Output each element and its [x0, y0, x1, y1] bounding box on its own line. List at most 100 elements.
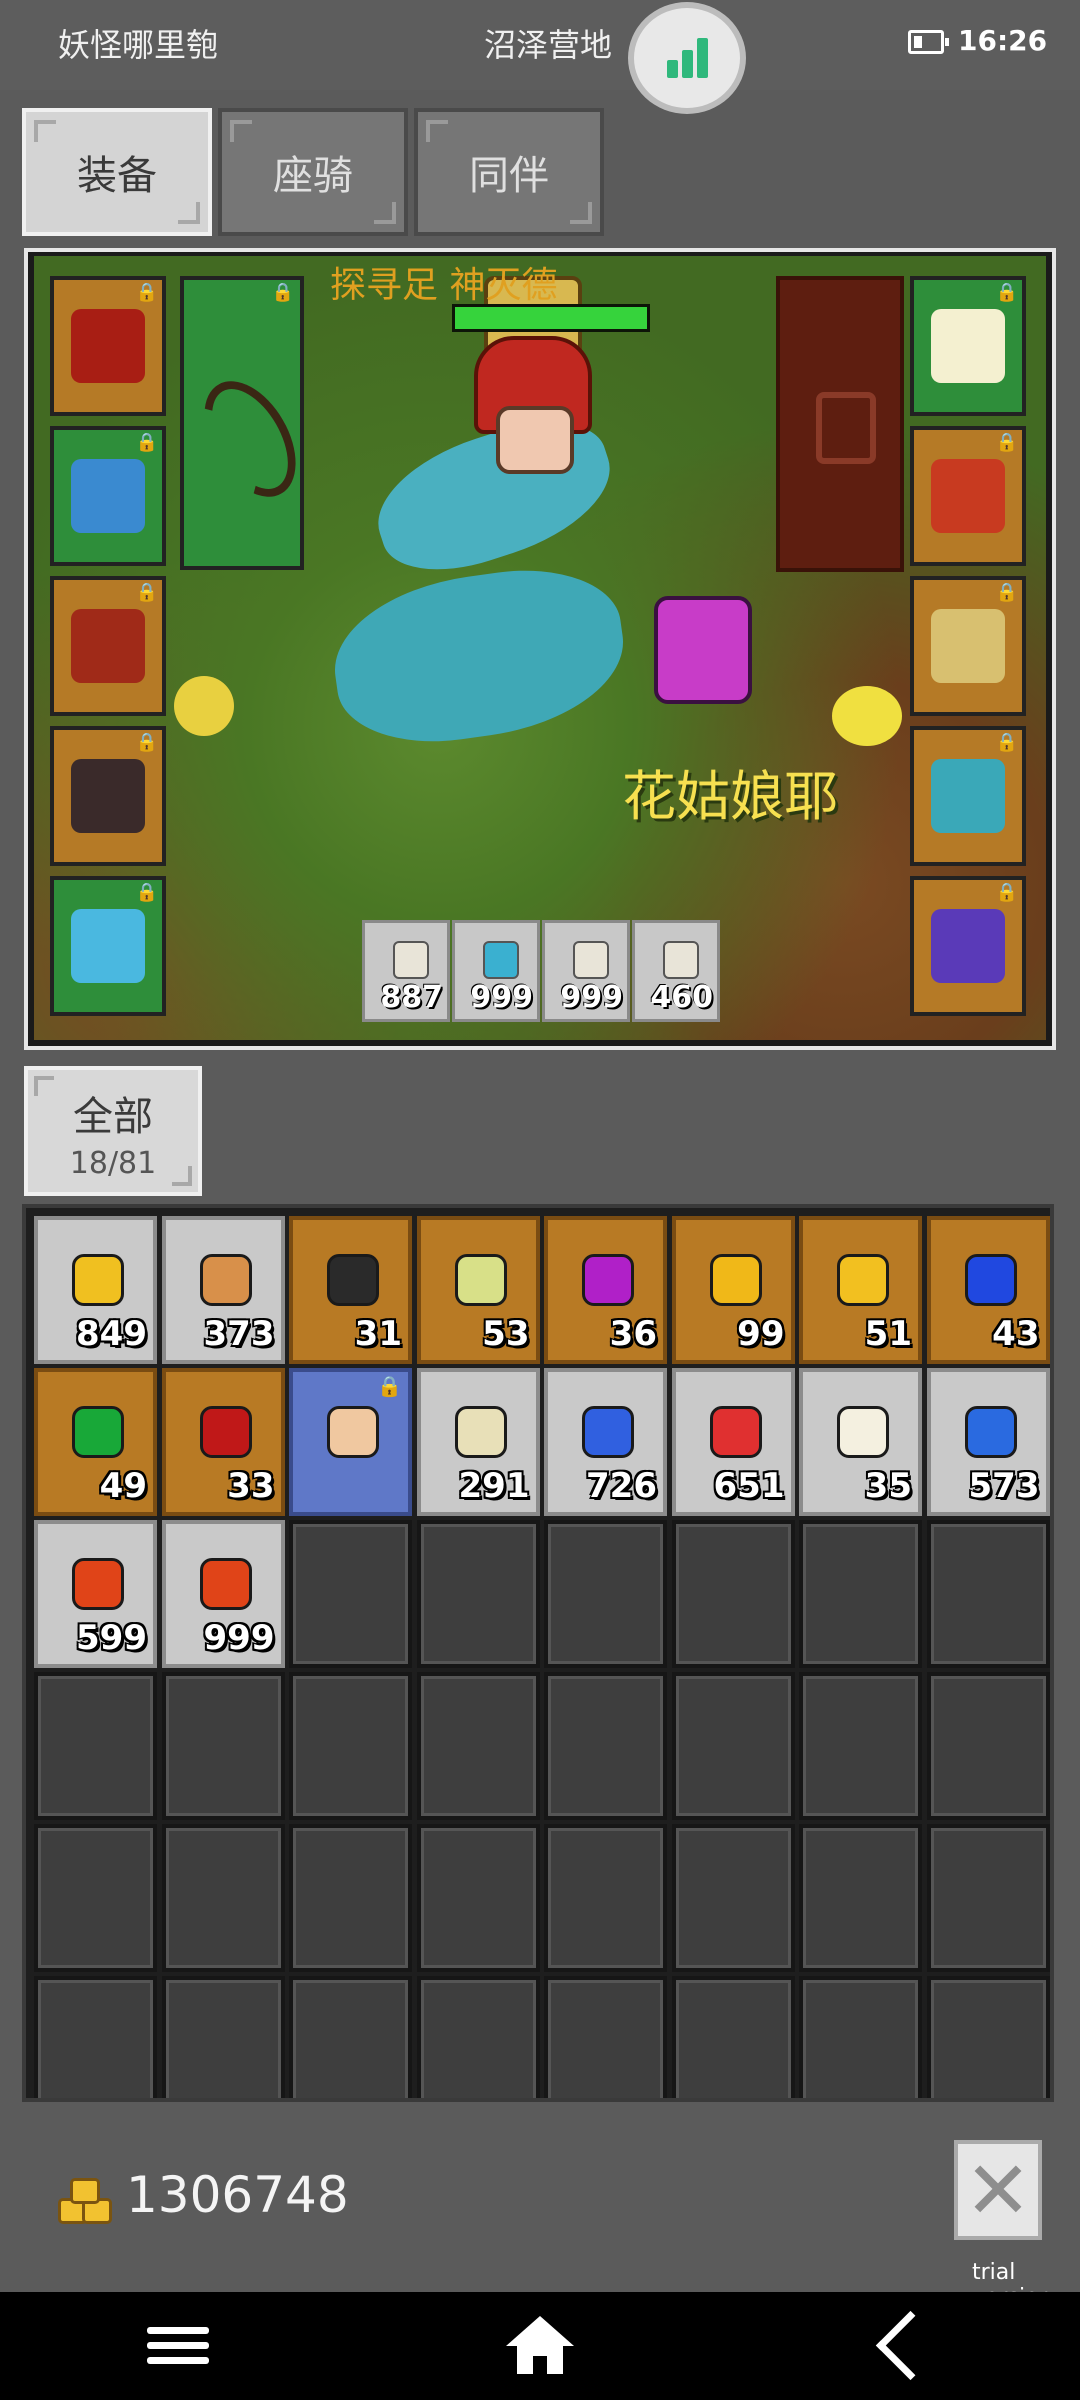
inventory-slot-empty[interactable]	[161, 1672, 285, 1820]
inventory-item[interactable]: 573	[926, 1368, 1050, 1516]
inventory-slot-empty[interactable]	[671, 1976, 795, 2098]
back-icon	[875, 2310, 945, 2380]
equipment-slot[interactable]: 🔒	[50, 426, 166, 566]
quick-slot[interactable]: 460	[632, 920, 720, 1022]
inventory-slot-empty[interactable]	[926, 1520, 1050, 1668]
inventory-item[interactable]: 53	[416, 1216, 540, 1364]
lock-icon: 🔒	[995, 882, 1018, 903]
inventory-item[interactable]: 651	[671, 1368, 795, 1516]
inventory-slot-empty[interactable]	[416, 1976, 540, 2098]
item-count: 651	[713, 1466, 785, 1506]
lock-icon: 🔒	[995, 282, 1018, 303]
inventory-slot-empty[interactable]	[799, 1672, 922, 1820]
signal-bars-icon[interactable]	[628, 2, 746, 114]
equipment-slot[interactable]: 🔒	[50, 876, 166, 1016]
home-icon	[506, 2316, 574, 2374]
equipment-slot[interactable]: 🔒	[50, 576, 166, 716]
item-count: 373	[203, 1314, 275, 1354]
inventory-item[interactable]: 49	[34, 1368, 157, 1516]
quick-slot-count: 887	[380, 980, 443, 1015]
inventory-slot-empty[interactable]	[799, 1520, 922, 1668]
inventory-slot-empty[interactable]	[289, 1520, 412, 1668]
weapon-slot[interactable]: 🔒	[180, 276, 315, 570]
equipment-slot[interactable]: 🔒	[910, 876, 1026, 1016]
lock-icon: 🔒	[135, 282, 158, 303]
inventory-slot-empty[interactable]	[926, 1824, 1050, 1972]
inventory-slot-empty[interactable]	[161, 1824, 285, 1972]
equipment-slot[interactable]: 🔒	[910, 276, 1026, 416]
inventory-slot-empty[interactable]	[416, 1672, 540, 1820]
red-feather-icon	[72, 1558, 124, 1610]
inventory-slot-empty[interactable]	[799, 1824, 922, 1972]
close-button[interactable]: ✕	[954, 2140, 1042, 2240]
inventory-item[interactable]: 726	[544, 1368, 667, 1516]
filter-label: 全部	[73, 1094, 153, 1140]
inventory-item[interactable]: 291	[416, 1368, 540, 1516]
item-count: 36	[609, 1314, 657, 1354]
inventory-slot-empty[interactable]	[544, 1672, 667, 1820]
equipment-slot[interactable]: 🔒	[50, 276, 166, 416]
empty-slot-icon	[816, 392, 876, 464]
blue-potion-icon	[582, 1406, 634, 1458]
inventory-slot-empty[interactable]	[289, 1672, 412, 1820]
potion-icon	[573, 941, 609, 979]
tab-companion[interactable]: 同伴	[414, 108, 604, 236]
quick-slot-count: 999	[470, 980, 533, 1015]
inventory-slot-empty[interactable]	[926, 1672, 1050, 1820]
inventory-item[interactable]: 31	[289, 1216, 412, 1364]
inventory-item[interactable]: 849	[34, 1216, 157, 1364]
inventory-slot-empty[interactable]	[416, 1824, 540, 1972]
inventory-slot-empty[interactable]	[34, 1824, 157, 1972]
inventory-item[interactable]: 999	[161, 1520, 285, 1668]
inventory-item[interactable]: 99	[671, 1216, 795, 1364]
inventory-item[interactable]: 43	[926, 1216, 1050, 1364]
item-count: 43	[992, 1314, 1040, 1354]
inventory-item[interactable]: 36	[544, 1216, 667, 1364]
inventory-slot-empty[interactable]	[34, 1976, 157, 2098]
quick-slot[interactable]: 999	[542, 920, 630, 1022]
inventory-slot-empty[interactable]	[671, 1824, 795, 1972]
recent-apps-button[interactable]	[118, 2300, 238, 2390]
equipment-slot[interactable]: 🔒	[50, 726, 166, 866]
gloves-icon	[71, 609, 145, 683]
tab-mount[interactable]: 座骑	[218, 108, 408, 236]
inventory-item[interactable]: 373	[161, 1216, 285, 1364]
inventory-item[interactable]: 599	[34, 1520, 157, 1668]
equipment-slot[interactable]: 🔒	[910, 426, 1026, 566]
purple-gem-icon	[582, 1254, 634, 1306]
inventory-filter-all[interactable]: 全部 18/81	[24, 1066, 202, 1196]
hp-bar-fill	[455, 307, 647, 329]
offhand-slot-empty[interactable]	[776, 276, 904, 572]
inventory-slot-empty[interactable]	[544, 1976, 667, 2098]
item-count: 99	[737, 1314, 785, 1354]
home-button[interactable]	[480, 2300, 600, 2390]
chest-icon	[931, 909, 1005, 983]
back-button[interactable]	[850, 2300, 970, 2390]
inventory-slot-empty[interactable]	[544, 1520, 667, 1668]
inventory-slot-empty[interactable]	[671, 1520, 795, 1668]
inventory-item[interactable]: 35	[799, 1368, 922, 1516]
inventory-slot-empty[interactable]	[289, 1824, 412, 1972]
inventory-item[interactable]: 33	[161, 1368, 285, 1516]
inventory-item[interactable]: 🔒	[289, 1368, 412, 1516]
inventory-slot-empty[interactable]	[671, 1672, 795, 1820]
tab-label: 同伴	[469, 153, 549, 199]
tab-equipment[interactable]: 装备	[22, 108, 212, 236]
yellow-flower	[174, 676, 234, 736]
quick-slot[interactable]: 887	[362, 920, 450, 1022]
inventory-slot-empty[interactable]	[161, 1976, 285, 2098]
scroll-icon	[454, 1406, 507, 1458]
inventory-slot-empty[interactable]	[416, 1520, 540, 1668]
equipment-slot[interactable]: 🔒	[910, 726, 1026, 866]
inventory-slot-empty[interactable]	[544, 1824, 667, 1972]
inventory-slot-empty[interactable]	[289, 1976, 412, 2098]
inventory-slot-empty[interactable]	[34, 1672, 157, 1820]
item-count: 573	[968, 1466, 1040, 1506]
boots-icon	[71, 759, 145, 833]
inventory-item[interactable]: 51	[799, 1216, 922, 1364]
item-count: 35	[864, 1466, 912, 1506]
inventory-slot-empty[interactable]	[799, 1976, 922, 2098]
inventory-slot-empty[interactable]	[926, 1976, 1050, 2098]
quick-slot[interactable]: 999	[452, 920, 540, 1022]
equipment-slot[interactable]: 🔒	[910, 576, 1026, 716]
